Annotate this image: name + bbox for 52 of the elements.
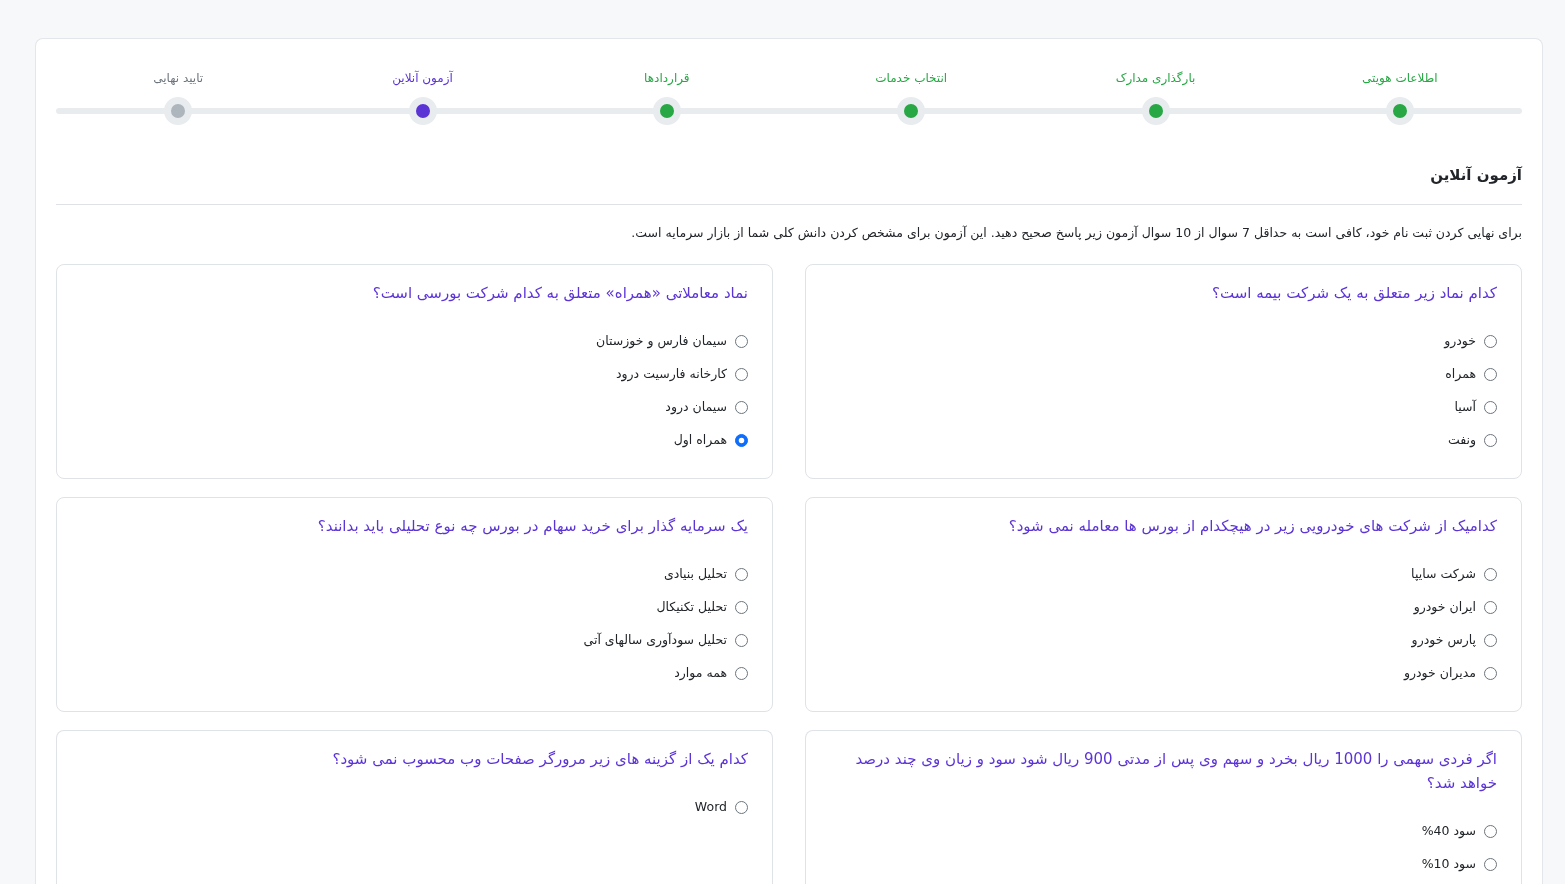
radio-button[interactable]: [735, 666, 748, 680]
option-label[interactable]: سود 40%: [1421, 821, 1476, 841]
option-label[interactable]: همراه: [1445, 364, 1476, 384]
radio-button[interactable]: [1484, 400, 1497, 414]
question-text: نماد معاملاتی «همراه» متعلق به کدام شرکت بورسی است؟: [371, 283, 748, 304]
option-label[interactable]: سود 10%: [1421, 854, 1476, 874]
radio-button[interactable]: [1484, 367, 1497, 381]
radio-button[interactable]: [1484, 334, 1497, 348]
option-label[interactable]: همراه اول: [673, 430, 727, 450]
radio-button[interactable]: [735, 433, 748, 447]
option-label[interactable]: ونفت: [1447, 430, 1476, 450]
radio-button[interactable]: [735, 633, 748, 647]
radio-button[interactable]: [735, 334, 748, 348]
option-label[interactable]: خودرو: [1444, 331, 1476, 351]
option-label[interactable]: سیمان درود: [665, 397, 727, 417]
radio-button[interactable]: [1484, 666, 1497, 680]
radio-button[interactable]: [1484, 824, 1497, 838]
option-label[interactable]: تحلیل بنیادی: [663, 564, 727, 584]
radio-button[interactable]: [1484, 567, 1497, 581]
radio-button[interactable]: [1484, 433, 1497, 447]
radio-button[interactable]: [735, 400, 748, 414]
step-label: آزمون آنلاین: [392, 69, 453, 87]
question-text: کدام یک از گزینه های زیر مرورگر صفحات وب محسوب نمی شود؟: [331, 749, 748, 770]
option-label[interactable]: همه موارد: [674, 663, 727, 683]
radio-button[interactable]: [735, 367, 748, 381]
question-text: کدامیک از شرکت های خودرویی زیر در هیچکدام از بورس ها معامله نمی شود؟: [1007, 516, 1497, 537]
intro-text: برای نهایی کردن ثبت نام خود، کافی است به حداقل 7 سوال از 10 سوال آزمون زیر پاسخ صحیح دهید. این آزمون برای مشخص کردن دانش کلی شما از بازار سرمایه است.: [630, 224, 1522, 242]
step-label: قراردادها: [644, 70, 690, 87]
step-label: انتخاب خدمات: [875, 70, 948, 87]
option-label[interactable]: سیمان فارس و خوزستان: [596, 331, 727, 351]
option-label[interactable]: Word: [694, 797, 727, 817]
option-label[interactable]: تحلیل سودآوری سالهای آتی: [583, 630, 727, 650]
step-label: تایید نهایی: [153, 70, 204, 87]
option-label[interactable]: تحلیل تکنیکال: [656, 597, 727, 617]
option-label[interactable]: شرکت سایپا: [1411, 564, 1476, 584]
radio-button[interactable]: [1484, 633, 1497, 647]
question-text: اگر فردی سهمی را 1000 ریال بخرد و سهم وی پس از مدتی 900 ریال شود سود و زیان وی چند درصد خواهد شد؟: [854, 749, 1497, 794]
option-label[interactable]: کارخانه فارسیت درود: [616, 364, 727, 384]
radio-button[interactable]: [735, 600, 748, 614]
question-text: یک سرمایه گذار برای خرید سهام در بورس چه نوع تحلیلی باید بدانند؟: [316, 516, 748, 537]
option-label[interactable]: آسیا: [1454, 397, 1476, 417]
radio-button[interactable]: [1484, 857, 1497, 871]
section-title: آزمون آنلاین: [1429, 165, 1522, 186]
radio-button[interactable]: [735, 800, 748, 814]
option-label[interactable]: پارس خودرو: [1411, 630, 1476, 650]
option-label[interactable]: ایران خودرو: [1413, 597, 1476, 617]
option-label[interactable]: مدیران خودرو: [1403, 663, 1476, 683]
question-text: کدام نماد زیر متعلق به یک شرکت بیمه است؟: [1210, 283, 1497, 304]
radio-button[interactable]: [1484, 600, 1497, 614]
step-label: بارگذاری مدارک: [1115, 70, 1196, 87]
step-label: اطلاعات هویتی: [1362, 70, 1438, 87]
radio-button[interactable]: [735, 567, 748, 581]
